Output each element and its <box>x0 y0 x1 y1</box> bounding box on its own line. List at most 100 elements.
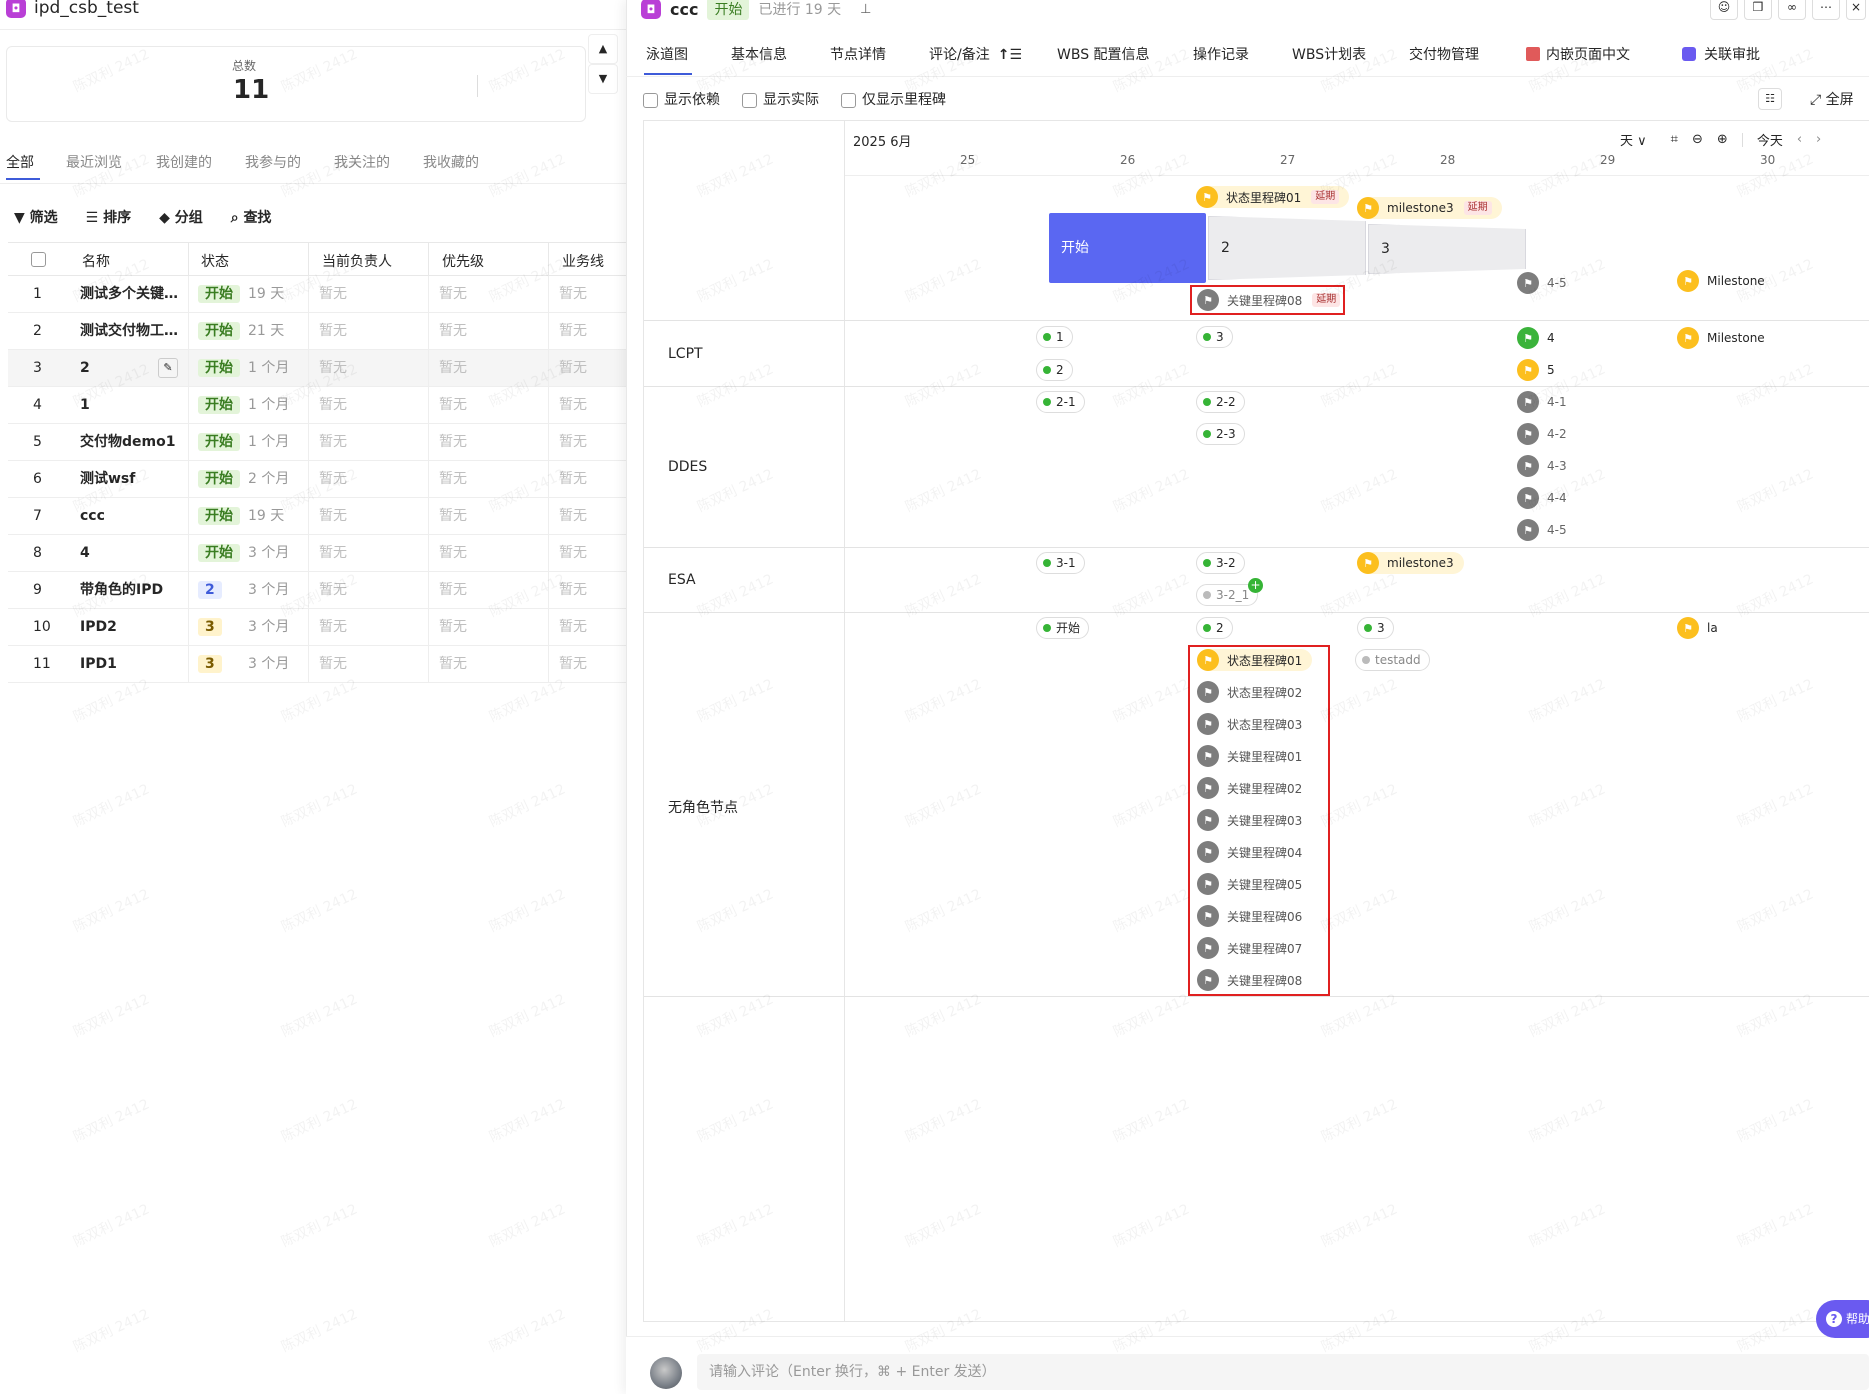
link-icon[interactable]: ∞ <box>1778 0 1806 20</box>
show-dependency-option[interactable]: 显示依赖 <box>643 89 720 109</box>
node-lcpt-2[interactable]: 2 <box>1036 359 1073 381</box>
node-none-testadd[interactable]: testadd <box>1355 649 1430 671</box>
find-button[interactable]: ⌕ 查找 <box>231 207 272 227</box>
milestone-list-item[interactable]: ⚑ 关键里程碑02 <box>1197 777 1302 799</box>
tab-followed[interactable]: 我关注的 <box>334 152 390 172</box>
close-icon[interactable]: × <box>1846 0 1866 20</box>
milestone-list-item[interactable]: ⚑ 关键里程碑08 <box>1197 969 1302 991</box>
sort-button[interactable]: ☰ 排序 <box>86 207 131 227</box>
row-name[interactable]: 测试交付物工… <box>80 313 190 350</box>
row-name[interactable]: IPD1 <box>80 646 190 683</box>
node-ddes-2-2[interactable]: 2-2 <box>1196 391 1245 413</box>
table-row[interactable]: 10 IPD2 3 3 个月 暂无 暂无 暂无 <box>8 609 626 646</box>
scroll-up-button[interactable]: ▲ <box>588 34 618 64</box>
table-row[interactable]: 1 测试多个关键… 开始 19 天 暂无 暂无 暂无 <box>8 276 626 313</box>
node-ddes-2-1[interactable]: 2-1 <box>1036 391 1085 413</box>
milestone-lcpt-milestone[interactable]: ⚑ Milestone <box>1677 327 1765 349</box>
table-row[interactable]: 3 2 ✎ 开始 1 个月 暂无 暂无 暂无 <box>8 350 626 387</box>
tab-swimlane[interactable]: 泳道图 <box>646 44 688 64</box>
row-name[interactable]: 交付物demo1 <box>80 424 190 461</box>
node-esa-3-1[interactable]: 3-1 <box>1036 552 1085 574</box>
fit-icon[interactable]: ⌗ <box>1671 132 1678 147</box>
milestone-esa-milestone3[interactable]: ⚑ milestone3 <box>1357 552 1464 574</box>
scale-select[interactable]: 天 ∨ <box>1620 130 1647 149</box>
table-row[interactable]: 8 4 开始 3 个月 暂无 暂无 暂无 <box>8 535 626 572</box>
tab-recent[interactable]: 最近浏览 <box>66 152 122 172</box>
milestone-ddes-4-3[interactable]: ⚑ 4-3 <box>1517 455 1567 477</box>
node-lcpt-3[interactable]: 3 <box>1196 326 1233 348</box>
help-button[interactable]: ? 帮助 <box>1816 1300 1869 1338</box>
table-row[interactable]: 6 测试wsf 开始 2 个月 暂无 暂无 暂无 <box>8 461 626 498</box>
select-all-checkbox[interactable] <box>31 252 46 267</box>
phase-bar-3[interactable]: 3 <box>1368 224 1526 274</box>
milestone-list-item[interactable]: ⚑ 关键里程碑06 <box>1197 905 1302 927</box>
table-row[interactable]: 5 交付物demo1 开始 1 个月 暂无 暂无 暂无 <box>8 424 626 461</box>
comment-input[interactable]: 请输入评论（Enter 换行，⌘ + Enter 发送） <box>697 1354 1869 1390</box>
tab-deliverables[interactable]: 交付物管理 <box>1409 44 1479 64</box>
tab-basic-info[interactable]: 基本信息 <box>731 44 787 64</box>
pin-icon[interactable]: ⊥ <box>860 2 871 17</box>
milestone-only-option[interactable]: 仅显示里程碑 <box>841 89 946 109</box>
tab-node-detail[interactable]: 节点详情 <box>830 44 886 64</box>
milestone-list-item[interactable]: ⚑ 关键里程碑01 <box>1197 745 1302 767</box>
milestone-ddes-4-5[interactable]: ⚑ 4-5 <box>1517 519 1567 541</box>
milestone-list-item[interactable]: ⚑ 关键里程碑07 <box>1197 937 1302 959</box>
tab-wbs-plan[interactable]: WBS计划表 <box>1292 44 1366 64</box>
prev-icon[interactable]: ‹ <box>1797 132 1802 147</box>
phase-bar-2[interactable]: 2 <box>1208 216 1366 280</box>
milestone-list-item[interactable]: ⚑ 状态里程碑01 <box>1197 649 1313 671</box>
phase-bar-start[interactable]: 开始 <box>1049 213 1206 283</box>
node-none-2[interactable]: 2 <box>1196 617 1233 639</box>
settings-icon[interactable]: ☷ <box>1758 88 1782 110</box>
milestone-list-item[interactable]: ⚑ 状态里程碑03 <box>1197 713 1302 735</box>
row-name[interactable]: 测试wsf <box>80 461 190 498</box>
table-row[interactable]: 4 1 开始 1 个月 暂无 暂无 暂无 <box>8 387 626 424</box>
node-none-start[interactable]: 开始 <box>1036 617 1090 639</box>
row-name[interactable]: 带角色的IPD <box>80 572 190 609</box>
tab-all[interactable]: 全部 <box>6 152 34 172</box>
row-name[interactable]: 测试多个关键… <box>80 276 190 313</box>
row-name[interactable]: ccc <box>80 498 190 535</box>
milestone-ddes-4-4[interactable]: ⚑ 4-4 <box>1517 487 1567 509</box>
row-name[interactable]: 4 <box>80 535 190 572</box>
edit-icon[interactable]: ✎ <box>158 358 178 378</box>
tab-wbs-config[interactable]: WBS 配置信息 <box>1057 44 1150 64</box>
row-name[interactable]: IPD2 <box>80 609 190 646</box>
milestone-4-5-top[interactable]: ⚑ 4-5 <box>1517 272 1567 294</box>
milestone-milestone-top[interactable]: ⚑ Milestone <box>1677 270 1765 292</box>
table-row[interactable]: 9 带角色的IPD 2 3 个月 暂无 暂无 暂无 <box>8 572 626 609</box>
table-row[interactable]: 2 测试交付物工… 开始 21 天 暂无 暂无 暂无 <box>8 313 626 350</box>
zoom-in-icon[interactable]: ⊕ <box>1717 132 1728 147</box>
members-icon[interactable]: ☺ <box>1710 0 1738 20</box>
milestone-only-checkbox[interactable] <box>841 92 856 108</box>
node-none-3[interactable]: 3 <box>1357 617 1394 639</box>
milestone-list-item[interactable]: ⚑ 关键里程碑05 <box>1197 873 1302 895</box>
col-owner[interactable]: 当前负责人 <box>322 251 392 271</box>
col-business-line[interactable]: 业务线 <box>562 251 604 271</box>
milestone-list-item[interactable]: ⚑ 状态里程碑02 <box>1197 681 1302 703</box>
tab-comments[interactable]: 评论/备注 ↑☰ <box>929 44 1022 64</box>
milestone-milestone3-top[interactable]: ⚑ milestone3 延期 <box>1357 197 1502 219</box>
col-priority[interactable]: 优先级 <box>442 251 484 271</box>
table-row[interactable]: 11 IPD1 3 3 个月 暂无 暂无 暂无 <box>8 646 626 683</box>
table-row[interactable]: 7 ccc 开始 19 天 暂无 暂无 暂无 <box>8 498 626 535</box>
next-icon[interactable]: › <box>1816 132 1821 147</box>
show-actual-checkbox[interactable] <box>742 92 757 108</box>
node-lcpt-1[interactable]: 1 <box>1036 326 1073 348</box>
milestone-list-item[interactable]: ⚑ 关键里程碑04 <box>1197 841 1302 863</box>
row-name[interactable]: 1 <box>80 387 190 424</box>
milestone-ddes-4-2[interactable]: ⚑ 4-2 <box>1517 423 1567 445</box>
milestone-key08-top[interactable]: ⚑ 关键里程碑08 延期 <box>1197 289 1341 311</box>
bookmark-icon[interactable]: ❒ <box>1744 0 1772 20</box>
milestone-lcpt-4[interactable]: ⚑ 4 <box>1517 327 1555 349</box>
node-ddes-2-3[interactable]: 2-3 <box>1196 423 1245 445</box>
show-actual-option[interactable]: 显示实际 <box>742 89 819 109</box>
milestone-lcpt-5[interactable]: ⚑ 5 <box>1517 359 1555 381</box>
show-dependency-checkbox[interactable] <box>643 92 658 108</box>
col-status[interactable]: 状态 <box>201 251 229 271</box>
tab-created[interactable]: 我创建的 <box>156 152 212 172</box>
milestone-list-item[interactable]: ⚑ 关键里程碑03 <box>1197 809 1302 831</box>
tab-favorited[interactable]: 我收藏的 <box>423 152 479 172</box>
milestone-status01-top[interactable]: ⚑ 状态里程碑01 延期 <box>1196 186 1350 208</box>
tab-joined[interactable]: 我参与的 <box>245 152 301 172</box>
